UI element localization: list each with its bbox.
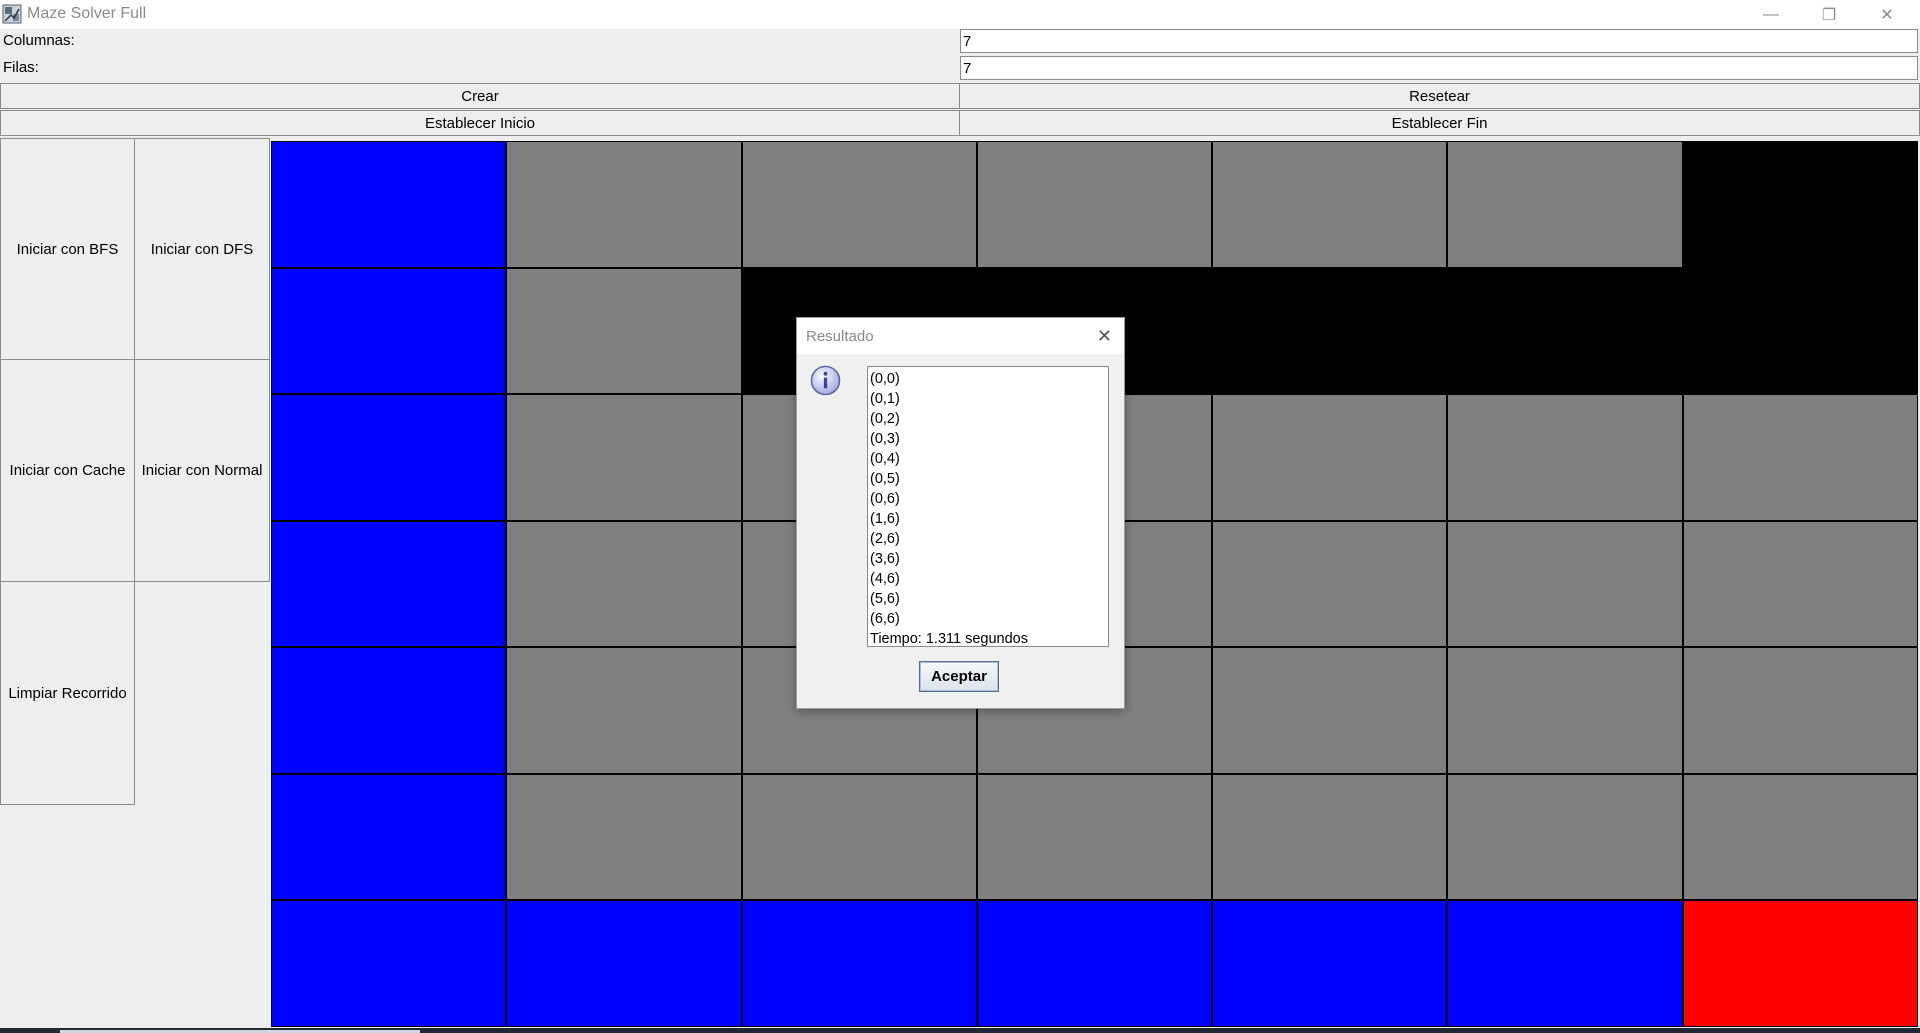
iniciar-bfs-button[interactable]: Iniciar con BFS	[0, 138, 135, 360]
result-line: Tiempo: 1.311 segundos	[870, 631, 1028, 647]
maze-cell[interactable]	[1448, 395, 1682, 520]
result-line: (6,6)	[870, 611, 900, 627]
columns-label: Columnas:	[3, 32, 75, 49]
maze-cell[interactable]	[1448, 268, 1682, 394]
maze-cell[interactable]	[507, 521, 741, 647]
maze-cell[interactable]	[272, 648, 506, 773]
maze-cell[interactable]	[1213, 774, 1447, 900]
result-line: (5,6)	[870, 591, 900, 607]
maze-cell[interactable]	[1213, 648, 1447, 773]
maze-cell[interactable]	[1448, 142, 1682, 267]
rows-input[interactable]	[960, 56, 1918, 80]
result-line: (2,6)	[870, 531, 900, 547]
maze-cell[interactable]	[507, 901, 741, 1026]
minimize-button[interactable]: —	[1742, 0, 1800, 29]
resetear-button[interactable]: Resetear	[959, 83, 1920, 109]
crear-button[interactable]: Crear	[0, 83, 960, 109]
maze-cell[interactable]	[977, 774, 1212, 900]
columns-input[interactable]	[960, 29, 1918, 53]
result-line: (1,6)	[870, 511, 900, 527]
maze-cell[interactable]	[272, 142, 506, 267]
maze-cell[interactable]	[507, 395, 741, 520]
maze-cell[interactable]	[1683, 142, 1917, 267]
maze-cell[interactable]	[1683, 901, 1917, 1026]
maze-cell[interactable]	[1213, 395, 1447, 520]
maze-cell[interactable]	[1448, 521, 1682, 647]
window-title: Maze Solver Full	[27, 5, 147, 22]
maze-cell[interactable]	[1683, 648, 1917, 773]
maze-cell[interactable]	[742, 142, 976, 267]
result-line: (0,5)	[870, 471, 900, 487]
maze-cell[interactable]	[272, 268, 506, 394]
maze-cell[interactable]	[1683, 521, 1917, 647]
maze-cell[interactable]	[272, 395, 506, 520]
restore-button[interactable]: ❐	[1800, 0, 1858, 29]
establecer-fin-button[interactable]: Establecer Fin	[959, 110, 1920, 136]
maze-cell[interactable]	[1213, 901, 1447, 1026]
maze-cell[interactable]	[1448, 901, 1682, 1026]
result-line: (0,1)	[870, 391, 900, 407]
maze-cell[interactable]	[1213, 521, 1447, 647]
establecer-inicio-button[interactable]: Establecer Inicio	[0, 110, 960, 136]
maze-cell[interactable]	[1448, 648, 1682, 773]
maze-cell[interactable]	[1683, 395, 1917, 520]
maze-cell[interactable]	[1448, 774, 1682, 900]
maze-cell[interactable]	[1683, 268, 1917, 394]
java-app-icon	[2, 4, 22, 24]
aceptar-button[interactable]: Aceptar	[919, 661, 999, 692]
result-line: (0,4)	[870, 451, 900, 467]
result-line: (0,6)	[870, 491, 900, 507]
maze-cell[interactable]	[272, 774, 506, 900]
rows-label: Filas:	[3, 59, 39, 76]
maze-cell[interactable]	[507, 142, 741, 267]
result-dialog: Resultado ✕ (0,0) (0,1) (0,2) (0,3) (0,4) (0,…	[796, 317, 1125, 709]
limpiar-recorrido-button[interactable]: Limpiar Recorrido	[0, 581, 135, 805]
result-text-area[interactable]: (0,0) (0,1) (0,2) (0,3) (0,4) (0,5) (0,6) (1,6)…	[867, 366, 1109, 647]
maze-cell[interactable]	[272, 901, 506, 1026]
minimize-icon: —	[1763, 5, 1779, 23]
result-line: (0,2)	[870, 411, 900, 427]
maze-cell[interactable]	[507, 774, 741, 900]
maze-cell[interactable]	[1213, 142, 1447, 267]
maze-cell[interactable]	[977, 142, 1212, 267]
result-line: (0,0)	[870, 371, 900, 387]
maze-cell[interactable]	[742, 901, 976, 1026]
dialog-close-icon[interactable]: ✕	[1097, 326, 1112, 347]
iniciar-cache-button[interactable]: Iniciar con Cache	[0, 359, 135, 582]
close-button[interactable]: ✕	[1858, 0, 1916, 29]
maze-cell[interactable]	[742, 774, 976, 900]
maze-cell[interactable]	[507, 268, 741, 394]
restore-icon: ❐	[1821, 6, 1837, 24]
result-line: (3,6)	[870, 551, 900, 567]
close-icon: ✕	[1880, 6, 1894, 24]
info-icon	[810, 365, 841, 396]
iniciar-dfs-button[interactable]: Iniciar con DFS	[134, 138, 270, 360]
dialog-title: Resultado	[806, 328, 874, 345]
dialog-title-bar: Resultado ✕	[797, 318, 1124, 354]
maze-cell[interactable]	[1683, 774, 1917, 900]
result-line: (4,6)	[870, 571, 900, 587]
maze-cell[interactable]	[1213, 268, 1447, 394]
maze-cell[interactable]	[507, 648, 741, 773]
result-line: (0,3)	[870, 431, 900, 447]
iniciar-normal-button[interactable]: Iniciar con Normal	[134, 359, 270, 582]
title-bar: Maze Solver Full — ❐ ✕	[0, 0, 1920, 29]
maze-cell[interactable]	[272, 521, 506, 647]
maze-cell[interactable]	[977, 901, 1212, 1026]
